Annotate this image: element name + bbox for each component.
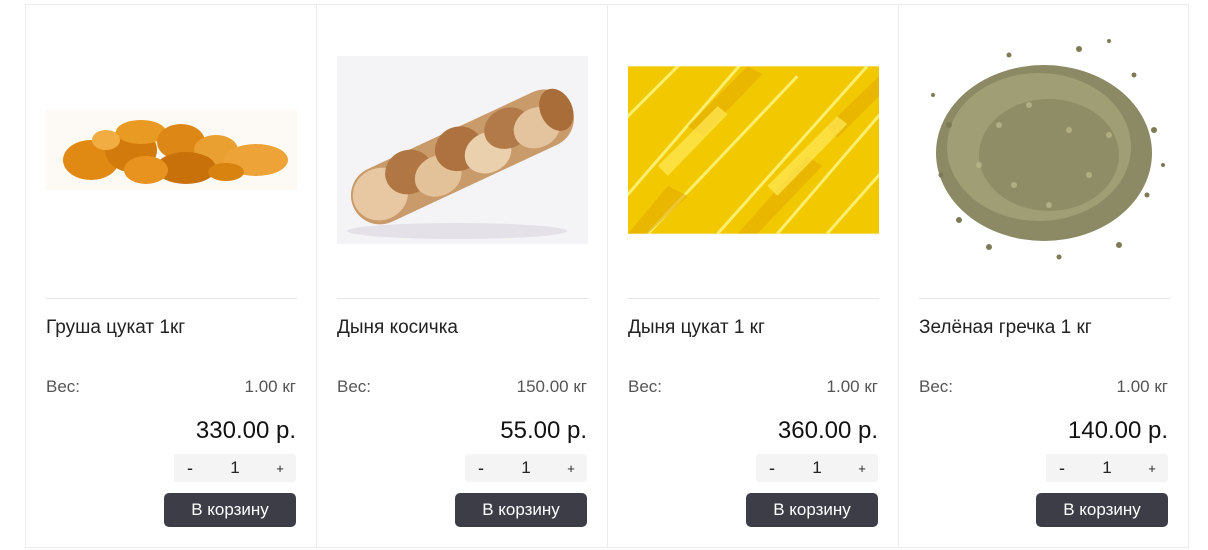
product-card: Дыня косичка Вес: 150.00 кг 55.00 р. - 1… [316, 5, 607, 547]
increase-quantity-button[interactable]: + [264, 461, 296, 476]
dried-pear-image [46, 110, 297, 190]
quantity-input[interactable]: 1 [497, 458, 555, 478]
quantity-stepper: - 1 + [174, 454, 296, 482]
weight-value: 1.00 кг [1116, 377, 1168, 396]
weight-label: Вес: [337, 377, 372, 396]
weight-value: 150.00 кг [516, 377, 587, 396]
quantity-stepper: - 1 + [465, 454, 587, 482]
divider [919, 298, 1170, 299]
quantity-stepper: - 1 + [756, 454, 878, 482]
product-title[interactable]: Дыня косичка [337, 317, 458, 339]
decrease-quantity-button[interactable]: - [756, 458, 788, 479]
weight-label: Вес: [46, 377, 81, 396]
quantity-input[interactable]: 1 [206, 458, 264, 478]
divider [628, 298, 879, 299]
product-price: 140.00 р. [1067, 417, 1168, 444]
add-to-cart-button[interactable]: В корзину [1036, 493, 1168, 527]
product-image-link[interactable] [46, 25, 297, 275]
add-to-cart-button[interactable]: В корзину [164, 493, 296, 527]
add-to-cart-button[interactable]: В корзину [746, 493, 878, 527]
quantity-input[interactable]: 1 [788, 458, 846, 478]
product-title[interactable]: Груша цукат 1кг [46, 317, 185, 339]
product-price: 330.00 р. [195, 417, 296, 444]
increase-quantity-button[interactable]: + [1136, 461, 1168, 476]
weight-label: Вес: [628, 377, 663, 396]
weight-value: 1.00 кг [244, 377, 296, 396]
product-image-link[interactable] [337, 25, 588, 275]
braided-melon-image [337, 56, 588, 244]
product-card: Дыня цукат 1 кг Вес: 1.00 кг 360.00 р. -… [607, 5, 898, 547]
product-card: Зелёная гречка 1 кг Вес: 1.00 кг 140.00 … [898, 5, 1189, 547]
product-price: 360.00 р. [777, 417, 878, 444]
product-card: Груша цукат 1кг Вес: 1.00 кг 330.00 р. -… [25, 5, 316, 547]
divider [46, 298, 297, 299]
decrease-quantity-button[interactable]: - [1046, 458, 1078, 479]
increase-quantity-button[interactable]: + [555, 461, 587, 476]
product-image-link[interactable] [919, 25, 1170, 275]
add-to-cart-button[interactable]: В корзину [455, 493, 587, 527]
product-price: 55.00 р. [500, 417, 587, 444]
product-title[interactable]: Зелёная гречка 1 кг [919, 317, 1092, 339]
decrease-quantity-button[interactable]: - [174, 458, 206, 479]
quantity-input[interactable]: 1 [1078, 458, 1136, 478]
product-grid: Груша цукат 1кг Вес: 1.00 кг 330.00 р. -… [25, 4, 1189, 548]
decrease-quantity-button[interactable]: - [465, 458, 497, 479]
weight-value: 1.00 кг [826, 377, 878, 396]
weight-label: Вес: [919, 377, 954, 396]
candied-melon-image [628, 66, 879, 234]
product-image-link[interactable] [628, 25, 879, 275]
product-title[interactable]: Дыня цукат 1 кг [628, 317, 765, 339]
increase-quantity-button[interactable]: + [846, 461, 878, 476]
green-buckwheat-image [919, 35, 1170, 265]
quantity-stepper: - 1 + [1046, 454, 1168, 482]
divider [337, 298, 588, 299]
